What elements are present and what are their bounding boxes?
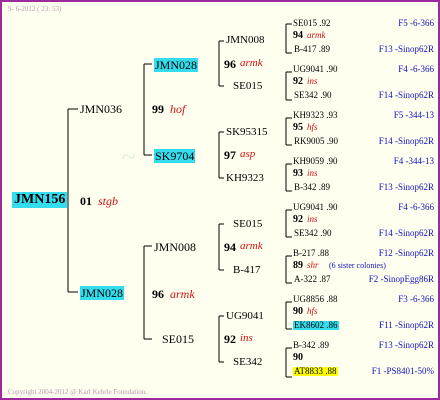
- gen4-ancestor-bottom[interactable]: A-322 .87: [293, 275, 332, 284]
- gen1-place-0: hof: [170, 102, 186, 116]
- gen4-year: 92: [293, 76, 303, 87]
- gen4-code-top: F12 -Sinop62R: [378, 248, 434, 258]
- gen4-place: ins: [307, 76, 318, 86]
- gen4-ancestor-top[interactable]: UG9041 .90: [293, 65, 338, 74]
- gen4-code-bottom: F2 -SinopEgg86R: [368, 274, 434, 284]
- connector-lines: [67, 23, 292, 378]
- gen2-place-0: armk: [240, 57, 263, 69]
- gen4-ancestor-bottom[interactable]: SE342 .90: [293, 91, 333, 100]
- gen3-name-5[interactable]: B-417: [233, 265, 261, 276]
- gen4-code-top: F3 -6-366: [398, 294, 434, 304]
- gen4-code-bottom: F14 -Sinop62R: [378, 228, 434, 238]
- gen4-code-bottom: F13 -Sinop62R: [378, 182, 434, 192]
- gen2-name-2[interactable]: JMN008: [154, 241, 196, 253]
- gen4-code-top: F4 -6-366: [398, 64, 434, 74]
- gen4-code-top: F5 -6-366: [398, 18, 434, 28]
- gen4-note: (6 sister colonies): [329, 261, 386, 270]
- gen3-name-3[interactable]: KH9323: [226, 173, 264, 184]
- gen3-name-0[interactable]: JMN008: [226, 35, 265, 46]
- gen4-year: 90: [293, 352, 303, 363]
- gen4-year: 95: [293, 122, 303, 133]
- root-place: stgb: [98, 194, 119, 208]
- gen4-year: 94: [293, 30, 303, 41]
- gen4-year: 92: [293, 214, 303, 225]
- gen2-name-0[interactable]: JMN028: [154, 58, 199, 72]
- gen4-ancestor-top[interactable]: SE015 .92: [293, 19, 331, 28]
- timestamp: 9- 6-2012 ( 23: 53): [8, 5, 62, 13]
- gen4-code-bottom: F1 -PS8401-50%: [371, 366, 434, 376]
- gen4-place: shr: [307, 260, 319, 270]
- gen4-code-top: F5 -344-13: [393, 110, 434, 120]
- gen4-code-bottom: F11 -Sinop62R: [379, 320, 434, 330]
- pedigree-chart: ~ 9- 6-2012 (23: 53) Copyright 2004-201…: [0, 0, 440, 400]
- gen4-ancestor-bottom[interactable]: B-342 .89: [293, 183, 331, 192]
- gen4-year: 90: [293, 306, 303, 317]
- gen4-code-bottom: F14 -Sinop62R: [378, 90, 434, 100]
- gen2-name-3[interactable]: SE015: [162, 333, 194, 345]
- root-year: 01: [80, 194, 92, 208]
- gen4-ancestor-bottom[interactable]: B-417 .89: [293, 45, 331, 54]
- gen3-name-2[interactable]: SK95315: [226, 127, 268, 138]
- gen2-year-3: 92: [224, 332, 236, 346]
- gen4-place: ins: [307, 168, 318, 178]
- gen4-place: hfs: [307, 306, 318, 316]
- gen4-code-top: F13 -Sinop62R: [378, 340, 434, 350]
- gen3-name-7[interactable]: SE342: [233, 357, 262, 368]
- gen4-place: hfs: [307, 122, 318, 132]
- gen1-year-1: 96: [152, 287, 164, 301]
- gen4-ancestor-top[interactable]: KH9323 .93: [293, 111, 338, 120]
- gen4-ancestor-top[interactable]: B-217 .88: [293, 249, 329, 258]
- gen4-ancestor-top[interactable]: UG8856 .88: [293, 295, 338, 304]
- gen4-year: 89: [293, 260, 303, 271]
- gen2-year-0: 96: [224, 57, 236, 71]
- gen3-name-4[interactable]: SE015: [233, 219, 262, 230]
- gen2-place-3: ins: [240, 332, 253, 344]
- gen4-place: armk: [307, 30, 326, 40]
- gen2-name-1[interactable]: SK9704: [154, 149, 196, 163]
- gen4-ancestor-bottom[interactable]: AT8833 .88: [293, 367, 338, 376]
- gen4-code-top: F4 -6-366: [398, 202, 434, 212]
- gen4-code-bottom: F13 -Sinop62R: [378, 44, 434, 54]
- root-name[interactable]: JMN156: [12, 192, 68, 208]
- gen1-place-1: armk: [170, 287, 195, 301]
- gen4-ancestor-bottom[interactable]: EK8602 .86: [293, 321, 339, 330]
- gen4-ancestor-bottom[interactable]: RK9005 .90: [293, 137, 339, 146]
- gen2-place-1: asp: [240, 148, 256, 160]
- gen4-ancestor-top[interactable]: UG9041 .90: [293, 203, 338, 212]
- gen2-year-1: 97: [224, 148, 236, 162]
- gen1-year-0: 99: [152, 102, 164, 116]
- gen4-place: ins: [307, 214, 318, 224]
- gen4-ancestor-bottom[interactable]: SE342 .90: [293, 229, 333, 238]
- gen1-name-1[interactable]: JMN028: [80, 286, 125, 300]
- gen4-ancestor-top[interactable]: KH9059 .90: [293, 157, 338, 166]
- gen1-name-0[interactable]: JMN036: [80, 103, 122, 115]
- gen2-year-2: 94: [224, 240, 236, 254]
- gen4-ancestor-top[interactable]: B-342 .89: [293, 341, 329, 350]
- gen3-name-6[interactable]: UG9041: [226, 311, 264, 322]
- copyright: Copyright 2004-2012 @ Karl Kehrle Founda…: [8, 388, 148, 396]
- gen2-place-2: armk: [240, 240, 263, 252]
- gen4-year: 93: [293, 168, 303, 179]
- gen4-code-top: F4 -344-13: [393, 156, 434, 166]
- gen4-code-bottom: F14 -Sinop62R: [378, 136, 434, 146]
- gen3-name-1[interactable]: SE015: [233, 81, 262, 92]
